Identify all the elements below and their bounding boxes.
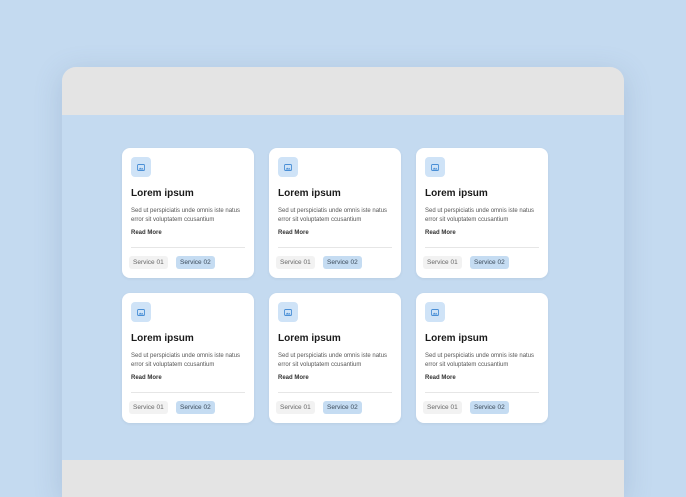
card-description: Sed ut perspiciatis unde omnis iste natu…	[425, 208, 535, 223]
read-more-link[interactable]: Read More	[131, 230, 162, 236]
read-more-link[interactable]: Read More	[425, 230, 456, 236]
card-divider	[131, 247, 245, 248]
card-description: Sed ut perspiciatis unde omnis iste natu…	[131, 353, 241, 368]
tag-service-02[interactable]: Service 02	[470, 256, 509, 269]
image-icon	[131, 302, 151, 322]
tag-service-01[interactable]: Service 01	[276, 256, 315, 269]
service-card: Lorem ipsum Sed ut perspiciatis unde omn…	[416, 293, 548, 423]
card-divider	[278, 392, 392, 393]
card-title: Lorem ipsum	[425, 188, 488, 199]
card-title: Lorem ipsum	[131, 188, 194, 199]
image-icon	[278, 302, 298, 322]
browser-top-bar	[62, 67, 624, 115]
browser-bottom-bar	[62, 460, 624, 497]
tag-service-01[interactable]: Service 01	[129, 401, 168, 414]
image-icon	[425, 157, 445, 177]
tag-service-01[interactable]: Service 01	[129, 256, 168, 269]
card-divider	[425, 247, 539, 248]
card-divider	[131, 392, 245, 393]
card-divider	[278, 247, 392, 248]
image-icon	[425, 302, 445, 322]
card-description: Sed ut perspiciatis unde omnis iste natu…	[278, 208, 388, 223]
tag-service-01[interactable]: Service 01	[423, 256, 462, 269]
tag-service-02[interactable]: Service 02	[470, 401, 509, 414]
read-more-link[interactable]: Read More	[278, 375, 309, 381]
tag-service-01[interactable]: Service 01	[276, 401, 315, 414]
tag-service-01[interactable]: Service 01	[423, 401, 462, 414]
tag-service-02[interactable]: Service 02	[323, 256, 362, 269]
service-card: Lorem ipsum Sed ut perspiciatis unde omn…	[122, 293, 254, 423]
image-icon	[278, 157, 298, 177]
service-card: Lorem ipsum Sed ut perspiciatis unde omn…	[269, 293, 401, 423]
card-description: Sed ut perspiciatis unde omnis iste natu…	[425, 353, 535, 368]
service-card: Lorem ipsum Sed ut perspiciatis unde omn…	[269, 148, 401, 278]
card-description: Sed ut perspiciatis unde omnis iste natu…	[131, 208, 241, 223]
card-description: Sed ut perspiciatis unde omnis iste natu…	[278, 353, 388, 368]
tag-service-02[interactable]: Service 02	[176, 401, 215, 414]
service-card: Lorem ipsum Sed ut perspiciatis unde omn…	[416, 148, 548, 278]
tag-service-02[interactable]: Service 02	[323, 401, 362, 414]
read-more-link[interactable]: Read More	[131, 375, 162, 381]
card-title: Lorem ipsum	[278, 188, 341, 199]
tag-service-02[interactable]: Service 02	[176, 256, 215, 269]
card-title: Lorem ipsum	[425, 333, 488, 344]
read-more-link[interactable]: Read More	[278, 230, 309, 236]
card-title: Lorem ipsum	[278, 333, 341, 344]
browser-window: Lorem ipsum Sed ut perspiciatis unde omn…	[62, 67, 624, 497]
service-card: Lorem ipsum Sed ut perspiciatis unde omn…	[122, 148, 254, 278]
read-more-link[interactable]: Read More	[425, 375, 456, 381]
card-title: Lorem ipsum	[131, 333, 194, 344]
card-divider	[425, 392, 539, 393]
image-icon	[131, 157, 151, 177]
